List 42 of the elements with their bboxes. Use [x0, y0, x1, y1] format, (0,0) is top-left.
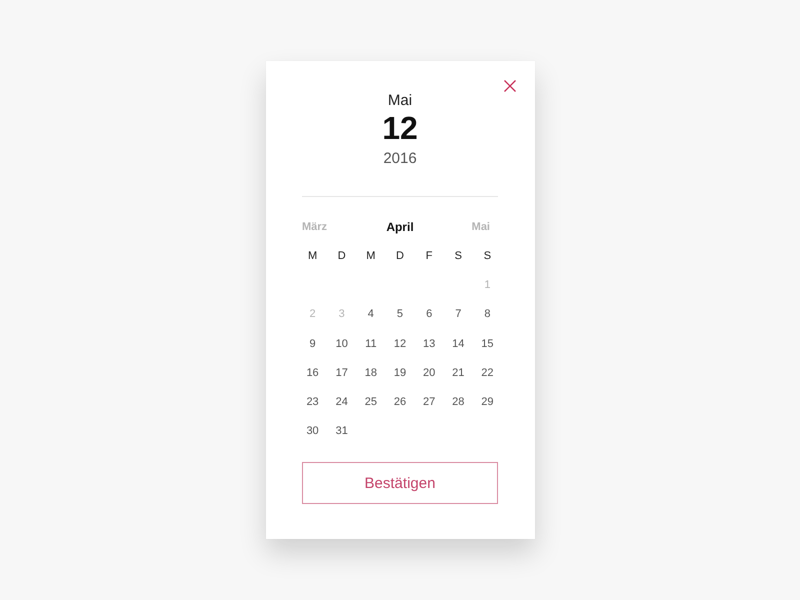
day-number[interactable]: 15 [481, 338, 494, 350]
day-number[interactable]: 29 [481, 396, 494, 408]
weekday-label: D [338, 250, 346, 262]
day-number[interactable]: 31 [336, 425, 348, 438]
day-number[interactable]: 17 [336, 366, 348, 379]
weekday-label: F [426, 250, 432, 262]
day-number[interactable]: 13 [423, 338, 436, 350]
weekday-label: S [454, 250, 462, 262]
confirm-button[interactable]: Bestätigen [302, 462, 498, 504]
day-number[interactable]: 21 [452, 366, 464, 379]
day-number[interactable]: 24 [336, 396, 348, 408]
day-number[interactable]: 20 [423, 366, 436, 379]
day-number[interactable]: 27 [423, 396, 436, 408]
day-number[interactable]: 12 [394, 338, 406, 350]
day-number[interactable]: 5 [396, 308, 404, 320]
selected-month: Mai [388, 92, 412, 110]
weekday-label: M [366, 250, 376, 262]
day-number[interactable]: 6 [426, 308, 432, 320]
day-number[interactable]: 9 [310, 338, 316, 350]
day-number[interactable]: 28 [452, 396, 464, 408]
day-number[interactable]: 26 [394, 396, 406, 408]
day-number[interactable]: 22 [481, 366, 494, 379]
weekday-label: S [484, 250, 492, 262]
day-number[interactable]: 4 [368, 308, 374, 320]
day-number[interactable]: 11 [365, 338, 377, 350]
weekday-label: M [308, 250, 318, 262]
day-number[interactable]: 18 [364, 366, 377, 379]
close-icon [504, 80, 516, 92]
selected-year: 2016 [383, 150, 417, 168]
selected-day: 12 [382, 111, 418, 145]
month-tab[interactable]: April [386, 218, 414, 236]
day-number[interactable]: 7 [455, 308, 462, 320]
day-number[interactable]: 14 [452, 338, 464, 350]
day-number[interactable]: 19 [394, 366, 406, 379]
day-number[interactable]: 16 [306, 366, 319, 379]
weekday-label: D [396, 250, 404, 262]
day-number[interactable]: 23 [306, 396, 319, 408]
day-number[interactable]: 10 [336, 338, 348, 350]
day-number[interactable]: 25 [364, 396, 377, 408]
day-number[interactable]: 30 [306, 425, 319, 438]
close-button[interactable] [502, 78, 518, 94]
day-number[interactable]: 8 [484, 308, 490, 320]
